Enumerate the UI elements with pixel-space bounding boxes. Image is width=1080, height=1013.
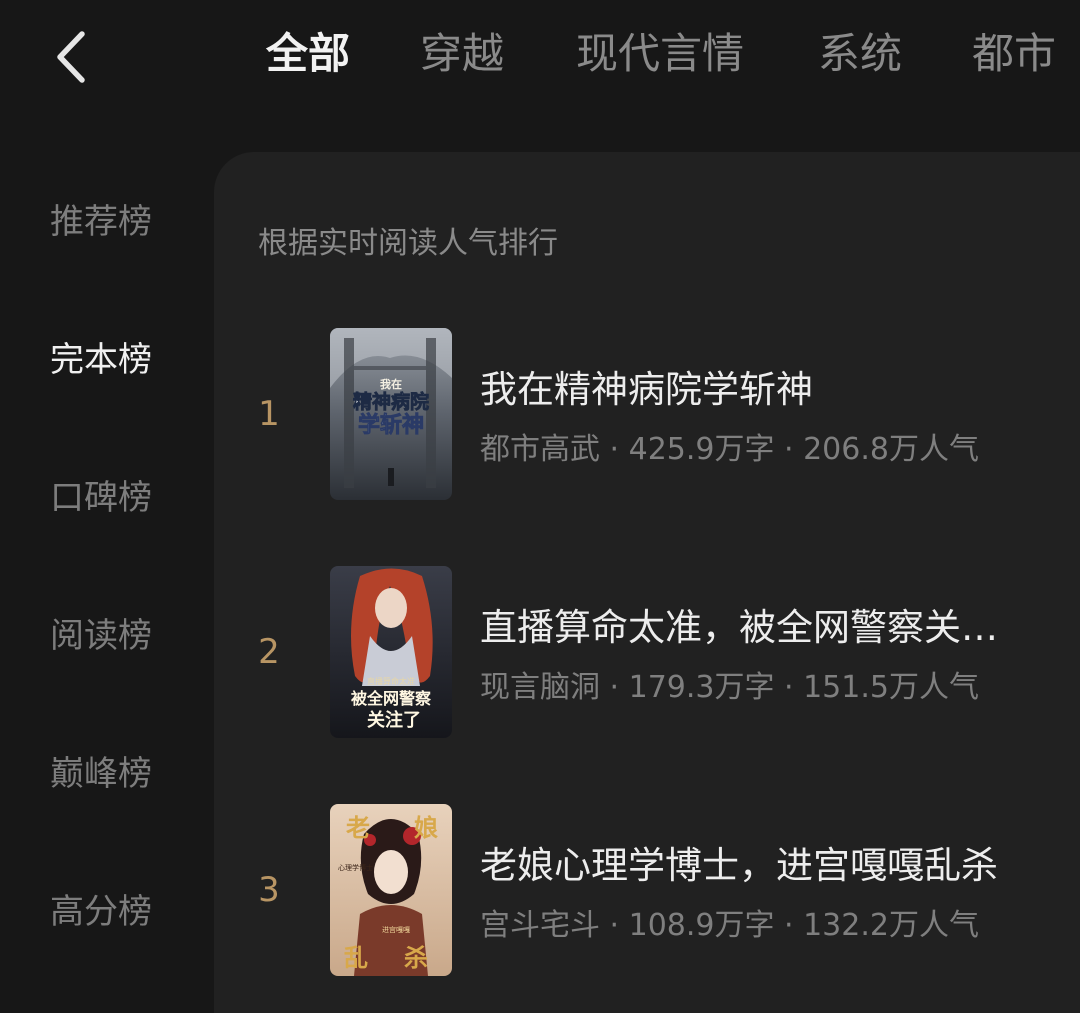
cover-title-line: 学斩神 (358, 412, 424, 438)
cover-title-line: 被全网警察 (351, 689, 432, 708)
sidebar-item-high-score[interactable]: 高分榜 (50, 890, 152, 934)
book-list-item[interactable]: 3 老 娘 心理学博士 进宫嘎嘎 乱 杀 老娘心理学博士，进宫嘎嘎乱杀 宫斗宅斗… (214, 804, 1080, 976)
tab-modern-romance[interactable]: 现代言情 (576, 26, 744, 82)
book-cover: 老 娘 心理学博士 进宫嘎嘎 乱 杀 (330, 804, 452, 976)
book-meta: 都市高武 · 425.9万字 · 206.8万人气 (480, 432, 979, 467)
tab-all[interactable]: 全部 (266, 26, 350, 82)
book-cover: 我在 精神病院 学斩神 (330, 328, 452, 500)
sidebar-item-reputation[interactable]: 口碑榜 (50, 476, 152, 520)
cover-title-line: 杀 (404, 943, 428, 972)
sidebar-item-recommended[interactable]: 推荐榜 (50, 200, 152, 244)
tab-urban[interactable]: 都市 (972, 26, 1056, 82)
rank-number: 2 (258, 632, 280, 672)
cover-title-line: 进宫嘎嘎 (382, 925, 410, 934)
cover-title-line: 直播算命太准 (367, 676, 415, 686)
cover-title-line: 我在 (380, 377, 402, 391)
rank-number: 3 (258, 870, 280, 910)
sidebar-item-reading[interactable]: 阅读榜 (50, 614, 152, 658)
cover-title-line: 娘 (414, 813, 438, 842)
book-cover: 直播算命太准 被全网警察 关注了 (330, 566, 452, 738)
cover-title-line: 精神病院 (353, 390, 429, 413)
book-meta: 现言脑洞 · 179.3万字 · 151.5万人气 (480, 670, 979, 705)
sidebar-item-completed[interactable]: 完本榜 (50, 338, 152, 382)
book-title: 我在精神病院学斩神 (480, 368, 813, 411)
cover-title-line: 乱 (344, 943, 368, 972)
cover-title-line: 老 (346, 813, 370, 842)
ranking-description: 根据实时阅读人气排行 (258, 226, 558, 261)
top-bar: 全部 穿越 现代言情 系统 都市 (0, 0, 1080, 112)
cover-title-line: 心理学博士 (338, 863, 373, 872)
tab-time-travel[interactable]: 穿越 (420, 26, 504, 82)
app-root: 全部 穿越 现代言情 系统 都市 推荐榜 完本榜 口碑榜 阅读榜 巅峰榜 高分榜… (0, 0, 1080, 1013)
ranking-sidebar: 推荐榜 完本榜 口碑榜 阅读榜 巅峰榜 高分榜 (0, 150, 212, 1013)
book-list-item[interactable]: 1 我在 精神病院 学斩神 我在精神病院学斩神 都市高武 · 425.9万字 ·… (214, 328, 1080, 500)
sidebar-item-peak[interactable]: 巅峰榜 (50, 752, 152, 796)
category-tabs: 全部 穿越 现代言情 系统 都市 (0, 0, 1080, 112)
book-meta: 宫斗宅斗 · 108.9万字 · 132.2万人气 (480, 908, 979, 943)
rank-number: 1 (258, 394, 280, 434)
book-title: 直播算命太准，被全网警察关注了 (480, 606, 1020, 649)
cover-title-line: 关注了 (367, 709, 421, 731)
book-list-item[interactable]: 2 直播算命太准 被全网警察 关注了 直播算命太准，被全网警察关注了 现言脑洞 … (214, 566, 1080, 738)
ranking-panel: 根据实时阅读人气排行 1 我在 精神病院 学斩神 我在精神病院学斩神 都市高武 … (214, 152, 1080, 1013)
book-title: 老娘心理学博士，进宫嘎嘎乱杀 (480, 844, 998, 887)
tab-system[interactable]: 系统 (818, 26, 902, 82)
